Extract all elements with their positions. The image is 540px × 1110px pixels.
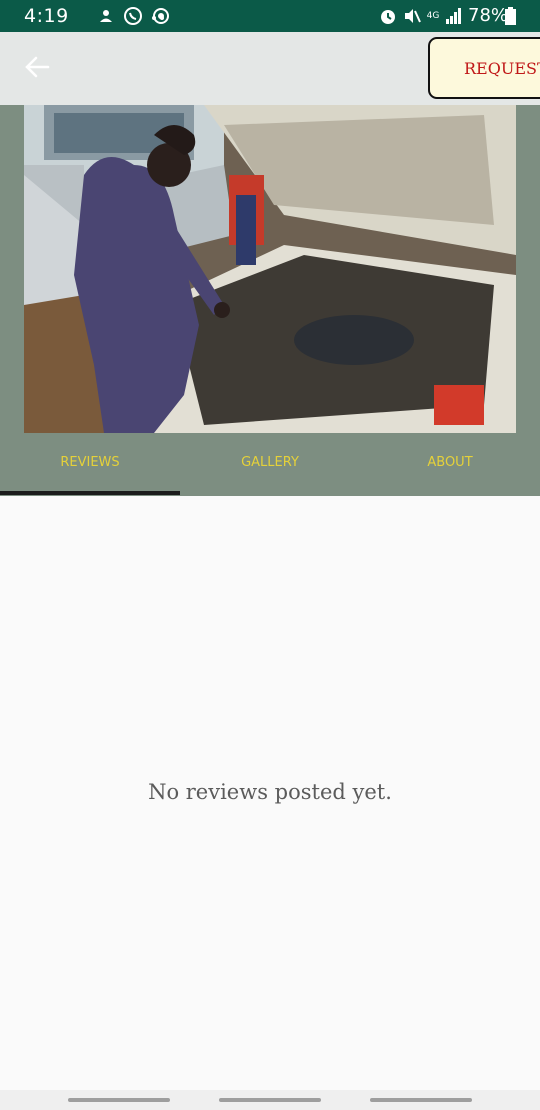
mute-icon	[401, 6, 423, 26]
network-4g-icon: 4G	[425, 6, 441, 26]
empty-reviews-message: No reviews posted yet.	[148, 780, 392, 804]
tab-about[interactable]: ABOUT	[360, 455, 540, 470]
signal-icon	[444, 6, 464, 26]
tab-about-label: ABOUT	[427, 455, 473, 470]
mechanic-photo	[24, 105, 516, 433]
overflow-dots	[150, 8, 166, 28]
nav-back-handle[interactable]	[370, 1098, 472, 1102]
app-bar: REQUEST	[0, 32, 540, 105]
tab-gallery-label: GALLERY	[241, 455, 299, 470]
battery-icon	[504, 6, 516, 26]
battery-percent: 78%	[468, 5, 509, 26]
header-panel: REVIEWS GALLERY ABOUT	[0, 105, 540, 496]
reviews-content: No reviews posted yet.	[0, 496, 540, 1090]
tab-reviews-label: REVIEWS	[60, 455, 120, 470]
tab-indicator	[0, 491, 180, 495]
car-engine-photo	[24, 105, 516, 433]
nav-home-handle[interactable]	[219, 1098, 321, 1102]
request-label: REQUEST	[464, 58, 540, 78]
whatsapp-icon	[122, 6, 144, 26]
system-nav-bar	[0, 1090, 540, 1110]
tab-gallery[interactable]: GALLERY	[180, 455, 360, 470]
network-label: 4G	[426, 10, 440, 21]
status-time: 4:19	[24, 5, 69, 27]
status-bar: 4:19 4G 78%	[0, 0, 540, 32]
back-button[interactable]	[18, 50, 56, 88]
tab-reviews[interactable]: REVIEWS	[0, 455, 180, 470]
arrow-left-icon	[24, 56, 50, 82]
alarm-icon	[377, 6, 399, 26]
nav-recents-handle[interactable]	[68, 1098, 170, 1102]
request-button[interactable]: REQUEST	[428, 37, 540, 99]
dnd-icon	[96, 6, 116, 26]
